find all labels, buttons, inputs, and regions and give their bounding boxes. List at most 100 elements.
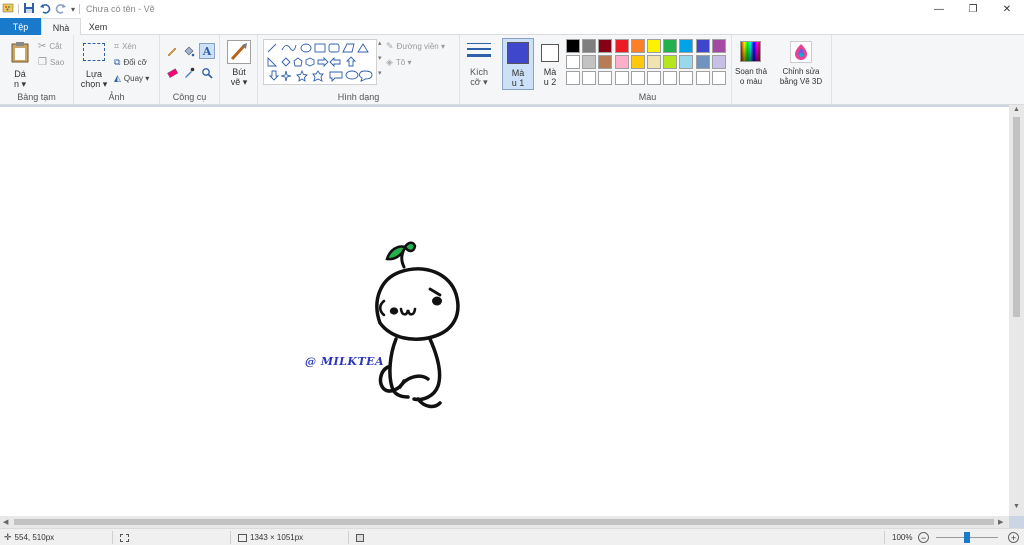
select-icon — [83, 43, 105, 61]
cut-button[interactable]: ✂ Cắt — [38, 41, 62, 52]
status-bar: ✛ 554, 510px 1343 × 1051px 100% − + — [0, 528, 1024, 545]
palette-swatch[interactable] — [598, 39, 613, 53]
fill-bucket-icon[interactable] — [183, 45, 195, 57]
title-bar: ▾ Chưa có tên - Vẽ — ❐ ✕ — [0, 0, 1024, 18]
shapes-icon — [267, 43, 373, 83]
color1-button[interactable]: Mà u 1 — [502, 38, 534, 90]
paint-app-icon[interactable] — [2, 2, 14, 16]
edit-colors-label: Soạn thả — [734, 67, 768, 76]
palette-swatch[interactable] — [679, 39, 694, 53]
outline-button[interactable]: ✎ Đường viền ▾ — [386, 41, 445, 52]
palette-swatch[interactable] — [695, 39, 710, 53]
palette-swatch[interactable] — [647, 39, 661, 53]
color-picker-icon[interactable] — [183, 67, 195, 79]
tab-view[interactable]: Xem — [81, 18, 115, 35]
resize-icon: ⧉ — [114, 57, 121, 67]
palette-swatch[interactable] — [582, 39, 597, 53]
zoom-slider[interactable] — [936, 529, 998, 545]
scroll-down-icon[interactable]: ▼ — [1013, 503, 1020, 510]
palette-swatch[interactable] — [614, 55, 629, 70]
vertical-scroll-thumb[interactable] — [1013, 117, 1020, 317]
palette-custom-slot[interactable] — [711, 71, 726, 86]
maximize-button[interactable]: ❐ — [956, 0, 990, 18]
rotate-button[interactable]: ◭ Quay ▾ — [114, 73, 149, 84]
shapes-gallery[interactable] — [263, 39, 377, 85]
scroll-right-icon[interactable]: ▶ — [998, 518, 1003, 526]
group-tools: A Công cụ — [160, 35, 220, 105]
palette-swatch[interactable] — [614, 39, 629, 53]
color1-label-line2: u 1 — [511, 78, 525, 88]
palette-swatch[interactable] — [630, 55, 645, 70]
workspace: @ MILKTEA ▲ ▼ ◀ ▶ — [0, 105, 1024, 528]
scissors-icon: ✂ — [38, 41, 47, 52]
palette-swatch[interactable] — [663, 55, 678, 70]
palette-swatch[interactable] — [566, 55, 580, 70]
vertical-scrollbar[interactable]: ▲ ▼ — [1009, 105, 1024, 516]
zoom-in-button[interactable]: + — [1008, 529, 1019, 545]
palette-swatch[interactable] — [663, 39, 678, 53]
palette-swatch[interactable] — [679, 55, 694, 70]
palette-swatch[interactable] — [566, 39, 580, 53]
color2-button[interactable]: Mà u 2 — [536, 38, 564, 90]
redo-icon[interactable] — [55, 2, 67, 16]
zoom-out-button[interactable]: − — [918, 529, 929, 545]
magnifier-icon[interactable] — [201, 67, 213, 79]
edit-with-paint3d-button[interactable]: Chỉnh sửa bằng Vẽ 3D — [770, 35, 832, 105]
ribbon-tabs: Tệp Nhà Xem — [0, 18, 1024, 36]
file-size — [356, 529, 364, 545]
selection-icon — [120, 533, 129, 542]
select-button[interactable]: Lựa chọn ▾ — [80, 40, 108, 90]
palette-swatch[interactable] — [582, 55, 597, 70]
size-button[interactable]: Kích cỡ ▾ — [460, 35, 498, 105]
selection-size — [120, 529, 129, 545]
undo-icon[interactable] — [39, 2, 51, 16]
palette-swatch[interactable] — [598, 55, 613, 70]
palette-custom-slot[interactable] — [647, 71, 661, 86]
scroll-left-icon[interactable]: ◀ — [3, 518, 8, 526]
watermark-text: @ MILKTEA — [305, 355, 385, 368]
palette-swatch[interactable] — [630, 39, 645, 53]
horizontal-scroll-thumb[interactable] — [14, 519, 994, 525]
edit-colors-button[interactable]: Soạn thả o màu — [732, 35, 770, 105]
palette-custom-slot[interactable] — [663, 71, 678, 86]
palette-custom-slot[interactable] — [566, 71, 580, 86]
drawing-canvas[interactable]: @ MILKTEA — [0, 107, 1009, 516]
tab-file[interactable]: Tệp — [0, 18, 41, 35]
save-icon[interactable] — [23, 2, 35, 16]
palette-custom-slot[interactable] — [614, 71, 629, 86]
group-image: Lựa chọn ▾ ⌗ Xén ⧉ Đổi cỡ ◭ Quay ▾ Ảnh — [74, 35, 160, 105]
shapes-scroll-arrows[interactable]: ▴ ▾ ▾ — [378, 39, 384, 85]
minimize-button[interactable]: — — [922, 0, 956, 18]
palette-swatch[interactable] — [711, 39, 726, 53]
group-brushes[interactable]: Bút vẽ ▾ — [220, 35, 258, 105]
eraser-icon[interactable] — [166, 67, 178, 79]
text-tool-button[interactable]: A — [199, 43, 215, 59]
fill-button[interactable]: ◈ Tô ▾ — [386, 57, 412, 68]
palette-custom-slot[interactable] — [630, 71, 645, 86]
paste-button[interactable]: Dá n ▾ — [6, 38, 34, 90]
crosshair-icon: ✛ — [4, 532, 12, 542]
palette-custom-slot[interactable] — [679, 71, 694, 86]
color-spectrum-icon — [740, 41, 761, 62]
zoom-in-icon: + — [1008, 532, 1019, 543]
edit-colors-label-line2: o màu — [739, 77, 763, 86]
fill-icon: ◈ — [386, 57, 393, 67]
customize-quick-access-icon[interactable]: ▾ — [71, 5, 75, 14]
resize-button[interactable]: ⧉ Đổi cỡ — [114, 57, 147, 68]
tab-home[interactable]: Nhà — [41, 18, 81, 36]
horizontal-scrollbar[interactable]: ◀ ▶ — [0, 516, 1009, 528]
pencil-icon[interactable] — [166, 45, 178, 57]
palette-custom-slot[interactable] — [582, 71, 597, 86]
close-button[interactable]: ✕ — [990, 0, 1024, 18]
palette-swatch[interactable] — [647, 55, 661, 70]
palette-custom-slot[interactable] — [695, 71, 710, 86]
palette-swatch[interactable] — [695, 55, 710, 70]
scroll-up-icon[interactable]: ▲ — [1013, 106, 1020, 113]
colors-group-label: Màu — [638, 92, 657, 102]
crop-label: Xén — [122, 42, 137, 51]
palette-custom-slot[interactable] — [598, 71, 613, 86]
copy-button[interactable]: ❐ Sao — [38, 57, 64, 68]
zoom-slider-thumb[interactable] — [964, 532, 970, 543]
palette-swatch[interactable] — [711, 55, 726, 70]
crop-button[interactable]: ⌗ Xén — [114, 41, 136, 52]
